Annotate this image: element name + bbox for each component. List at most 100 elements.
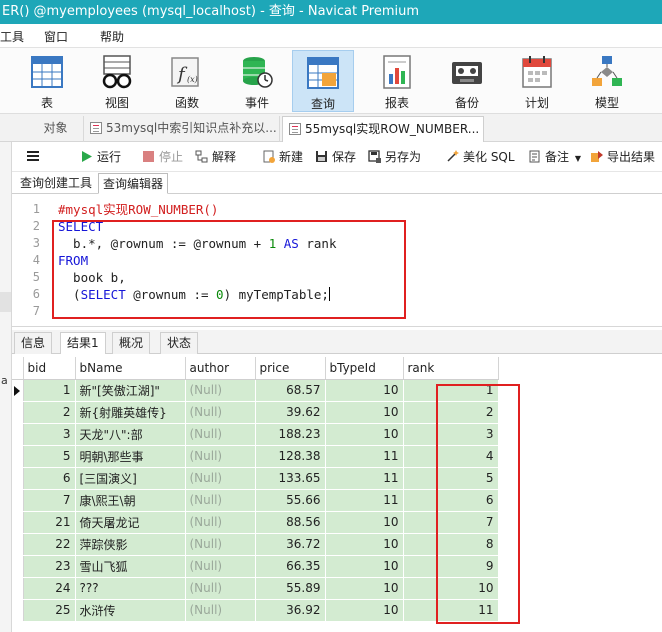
cell-price[interactable]: 36.92 <box>255 599 326 622</box>
cell-author[interactable]: (Null) <box>185 577 256 600</box>
cell-btypeid[interactable]: 10 <box>325 577 404 600</box>
ribbon-function-button[interactable]: f (x) 函数 <box>156 50 218 112</box>
cell-price[interactable]: 55.89 <box>255 577 326 600</box>
tab-info[interactable]: 信息 <box>14 332 53 354</box>
menu-window[interactable]: 窗口 <box>44 28 68 45</box>
table-row[interactable]: 25 水浒传 (Null) 36.92 10 11 <box>12 599 499 622</box>
cell-rank[interactable]: 8 <box>403 533 499 556</box>
cell-rank[interactable]: 10 <box>403 577 499 600</box>
explain-button[interactable]: 解释 <box>195 149 236 165</box>
cell-author[interactable]: (Null) <box>185 401 256 424</box>
cell-btypeid[interactable]: 10 <box>325 379 404 402</box>
cell-btypeid[interactable]: 10 <box>325 401 404 424</box>
cell-price[interactable]: 55.66 <box>255 489 326 512</box>
save-as-button[interactable]: 另存为 <box>368 149 421 165</box>
ribbon-event-button[interactable]: 事件 <box>226 50 288 112</box>
ribbon-model-button[interactable]: 模型 <box>576 50 638 112</box>
cell-bname[interactable]: 雪山飞狐 <box>75 555 186 578</box>
cell-author[interactable]: (Null) <box>185 555 256 578</box>
cell-price[interactable]: 133.65 <box>255 467 326 490</box>
run-button[interactable]: 运行 <box>80 149 121 165</box>
comment-button[interactable]: 备注 ▼ <box>528 149 581 165</box>
cell-rank[interactable]: 5 <box>403 467 499 490</box>
cell-bid[interactable]: 22 <box>23 533 76 556</box>
cell-bid[interactable]: 6 <box>23 467 76 490</box>
cell-author[interactable]: (Null) <box>185 467 256 490</box>
cell-btypeid[interactable]: 10 <box>325 511 404 534</box>
cell-author[interactable]: (Null) <box>185 533 256 556</box>
table-row[interactable]: 7 康\熙王\朝 (Null) 55.66 11 6 <box>12 489 499 512</box>
col-header-price[interactable]: price <box>255 357 326 380</box>
tab-query-builder[interactable]: 查询创建工具 <box>16 173 96 194</box>
table-row[interactable]: 2 新{射雕英雄传} (Null) 39.62 10 2 <box>12 401 499 424</box>
cell-rank[interactable]: 6 <box>403 489 499 512</box>
beautify-sql-button[interactable]: 美化 SQL <box>446 149 515 165</box>
col-header-author[interactable]: author <box>185 357 256 380</box>
cell-btypeid[interactable]: 10 <box>325 423 404 446</box>
cell-price[interactable]: 68.57 <box>255 379 326 402</box>
cell-bid[interactable]: 25 <box>23 599 76 622</box>
save-button[interactable]: 保存 <box>315 149 356 165</box>
cell-rank[interactable]: 4 <box>403 445 499 468</box>
cell-price[interactable]: 188.23 <box>255 423 326 446</box>
cell-bname[interactable]: 天龙"八":部 <box>75 423 186 446</box>
cell-btypeid[interactable]: 11 <box>325 467 404 490</box>
cell-author[interactable]: (Null) <box>185 599 256 622</box>
menu-help[interactable]: 帮助 <box>100 28 124 45</box>
cell-bid[interactable]: 3 <box>23 423 76 446</box>
table-row[interactable]: 21 倚天屠龙记 (Null) 88.56 10 7 <box>12 511 499 534</box>
ribbon-table-button[interactable]: 表 <box>16 50 78 112</box>
cell-btypeid[interactable]: 10 <box>325 599 404 622</box>
col-header-bname[interactable]: bName <box>75 357 186 380</box>
table-row[interactable]: 5 明朝\那些事 (Null) 128.38 11 4 <box>12 445 499 468</box>
cell-btypeid[interactable]: 10 <box>325 555 404 578</box>
cell-bname[interactable]: 新{射雕英雄传} <box>75 401 186 424</box>
cell-bname[interactable]: 萍踪侠影 <box>75 533 186 556</box>
tab-query-55[interactable]: 55mysql实现ROW_NUMBER... <box>282 116 484 142</box>
sql-code[interactable]: #mysql实现ROW_NUMBER() SELECT b.*, @rownum… <box>58 195 336 331</box>
cell-bid[interactable]: 24 <box>23 577 76 600</box>
cell-bname[interactable]: 新"[笑傲江湖]" <box>75 379 186 402</box>
cell-rank[interactable]: 11 <box>403 599 499 622</box>
cell-rank[interactable]: 1 <box>403 379 499 402</box>
cell-price[interactable]: 88.56 <box>255 511 326 534</box>
table-row[interactable]: 3 天龙"八":部 (Null) 188.23 10 3 <box>12 423 499 446</box>
cell-bid[interactable]: 1 <box>23 379 76 402</box>
new-query-button[interactable]: 新建 <box>262 149 303 165</box>
cell-bid[interactable]: 21 <box>23 511 76 534</box>
stop-button[interactable]: 停止 <box>142 149 183 165</box>
cell-bname[interactable]: 康\熙王\朝 <box>75 489 186 512</box>
table-row[interactable]: 1 新"[笑傲江湖]" (Null) 68.57 10 1 <box>12 379 499 402</box>
tab-profile[interactable]: 概况 <box>112 332 151 354</box>
ribbon-query-button[interactable]: 查询 <box>292 50 354 112</box>
ribbon-report-button[interactable]: 报表 <box>366 50 428 112</box>
result-grid[interactable]: bid bName author price bTypeId rank 1 新"… <box>12 357 662 632</box>
cell-bname[interactable]: ??? <box>75 577 186 600</box>
col-header-bid[interactable]: bid <box>23 357 76 380</box>
tab-query-editor[interactable]: 查询编辑器 <box>98 173 169 194</box>
cell-btypeid[interactable]: 11 <box>325 489 404 512</box>
cell-bname[interactable]: 倚天屠龙记 <box>75 511 186 534</box>
cell-price[interactable]: 36.72 <box>255 533 326 556</box>
table-row[interactable]: 24 ??? (Null) 55.89 10 10 <box>12 577 499 600</box>
cell-bname[interactable]: 明朝\那些事 <box>75 445 186 468</box>
sql-editor[interactable]: 1 2 3 4 5 6 7 #mysql实现ROW_NUMBER() SELEC… <box>12 195 662 327</box>
cell-author[interactable]: (Null) <box>185 511 256 534</box>
cell-author[interactable]: (Null) <box>185 379 256 402</box>
table-row[interactable]: 23 雪山飞狐 (Null) 66.35 10 9 <box>12 555 499 578</box>
cell-author[interactable]: (Null) <box>185 445 256 468</box>
cell-bid[interactable]: 2 <box>23 401 76 424</box>
ribbon-schedule-button[interactable]: 计划 <box>506 50 568 112</box>
ribbon-backup-button[interactable]: 备份 <box>436 50 498 112</box>
cell-rank[interactable]: 3 <box>403 423 499 446</box>
export-results-button[interactable]: 导出结果 <box>590 149 655 165</box>
col-header-btypeid[interactable]: bTypeId <box>325 357 404 380</box>
tab-result-1[interactable]: 结果1 <box>60 332 106 354</box>
cell-author[interactable]: (Null) <box>185 423 256 446</box>
cell-price[interactable]: 66.35 <box>255 555 326 578</box>
cell-rank[interactable]: 9 <box>403 555 499 578</box>
cell-author[interactable]: (Null) <box>185 489 256 512</box>
cell-price[interactable]: 39.62 <box>255 401 326 424</box>
menu-tools[interactable]: 工具 <box>0 28 24 45</box>
cell-bid[interactable]: 7 <box>23 489 76 512</box>
